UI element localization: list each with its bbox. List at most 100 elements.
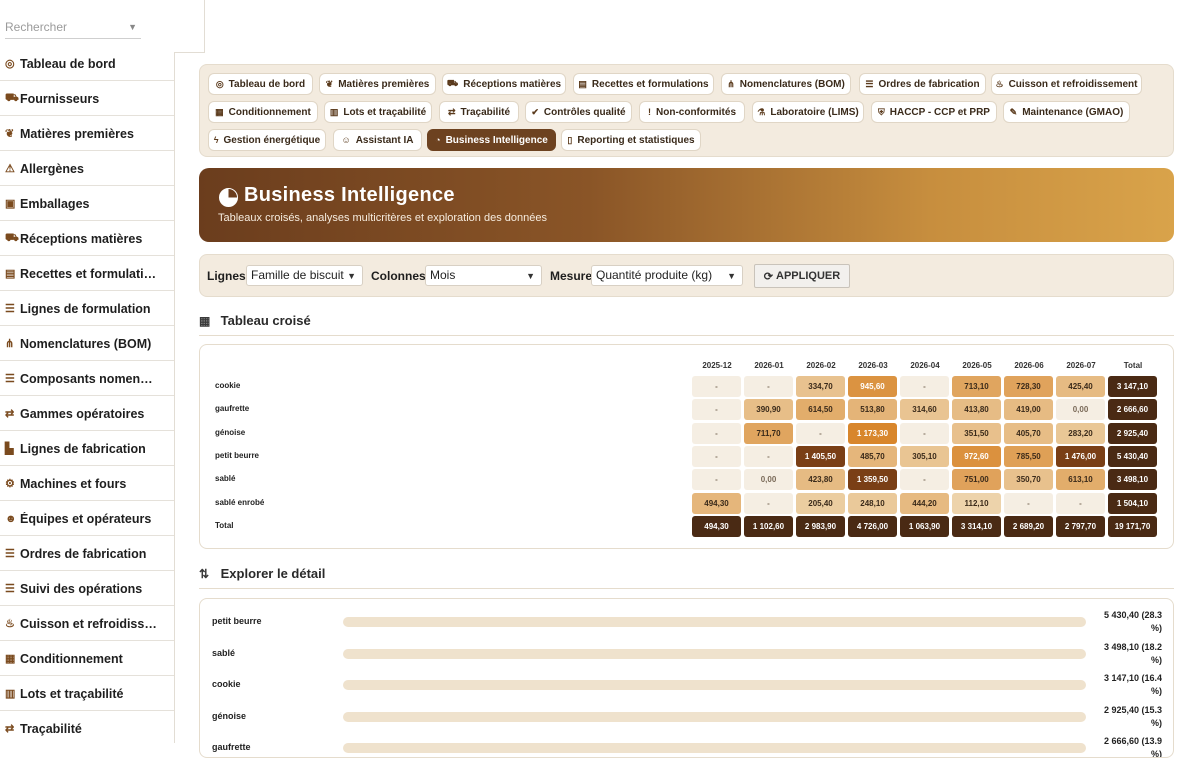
pivot-cell: -: [1004, 492, 1053, 514]
boxes-icon: ▦: [215, 106, 224, 117]
pivot-cell: 19 171,70: [1108, 515, 1157, 537]
users-icon: ☻: [5, 512, 17, 525]
pivot-cell: 2 797,70: [1056, 515, 1105, 537]
measure-select[interactable]: Quantité produite (kg) ▼: [591, 265, 743, 286]
sidebar-item-label: Matières premières: [20, 126, 134, 141]
sidebar-item[interactable]: ▙ Lignes de fabrication: [0, 432, 174, 466]
sitemap-icon: ⋔: [5, 338, 15, 350]
columns-label: Colonnes: [371, 269, 426, 283]
sidebar-item-label: Fournisseurs: [20, 91, 100, 106]
book-icon: ▤: [5, 268, 16, 280]
sidebar-item[interactable]: ▥ Lots et traçabilité: [0, 677, 174, 711]
sidebar-item[interactable]: ⋔ Nomenclatures (BOM): [0, 327, 174, 361]
box-icon: ▣: [5, 198, 16, 210]
list-icon: ☰: [5, 303, 15, 315]
pivot-filter-bar: Lignes Famille de biscuit ▼ Colonnes Moi…: [199, 254, 1174, 297]
columns-select[interactable]: Mois ▼: [425, 265, 542, 286]
sidebar-item[interactable]: ▤ Recettes et formulati…: [0, 257, 174, 291]
pivot-cell: -: [900, 376, 949, 397]
pivot-cell: 614,50: [796, 399, 845, 421]
tab-laboratoire-lims-[interactable]: ⚗ Laboratoire (LIMS): [752, 101, 864, 123]
tab-label: Gestion énergétique: [223, 134, 321, 146]
pivot-cell: 1 102,60: [744, 515, 793, 537]
sidebar: Rechercher ▼ ◎ Tableau de bord ⛟ Fournisseu…: [0, 0, 175, 743]
sidebar-item-label: Emballages: [20, 196, 90, 211]
tab-haccp-ccp-et-prp[interactable]: ⛨ HACCP - CCP et PRP: [871, 101, 997, 123]
detail-section-header: ⇅ Explorer le détail: [199, 566, 1174, 589]
tab-maintenance-gmao-[interactable]: ✎ Maintenance (GMAO): [1003, 101, 1130, 123]
tab-tra-abilit-[interactable]: ⇄ Traçabilité: [439, 101, 519, 123]
tab-assistant-ia[interactable]: ☺ Assistant IA: [333, 129, 422, 151]
pivot-cell: 2 689,20: [1004, 515, 1053, 537]
column-header: 2026-05: [962, 361, 992, 370]
sidebar-item-label: Gammes opératoires: [20, 406, 145, 421]
rows-select[interactable]: Famille de biscuit ▼: [246, 265, 363, 286]
gauge-icon: ◎: [215, 78, 224, 89]
file-icon: ▯: [567, 134, 573, 145]
tab-mati-res-premi-res[interactable]: ❦ Matières premières: [319, 73, 436, 95]
pivot-cell: 425,40: [1056, 376, 1105, 397]
top-panel: [174, 0, 205, 53]
tab-label: Business Intelligence: [445, 134, 548, 146]
tab-label: Traçabilité: [460, 106, 510, 118]
sidebar-item[interactable]: ❦ Matières premières: [0, 117, 174, 151]
sidebar-item[interactable]: ⇄ Traçabilité: [0, 712, 174, 743]
sidebar-item[interactable]: ▦ Conditionnement: [0, 642, 174, 676]
tab-cuisson-et-refroidissement[interactable]: ♨ Cuisson et refroidissement: [991, 73, 1142, 95]
tab-label: Laboratoire (LIMS): [770, 106, 859, 118]
tab-contr-les-qualit-[interactable]: ✔ Contrôles qualité: [525, 101, 632, 123]
sidebar-item[interactable]: ♨ Cuisson et refroidiss…: [0, 607, 174, 641]
pivot-cell: 728,30: [1004, 376, 1053, 397]
tab-lots-et-tra-abilit-[interactable]: ▥ Lots et traçabilité: [324, 101, 432, 123]
robot-icon: ☺: [341, 135, 351, 145]
sidebar-item[interactable]: ☰ Lignes de formulation: [0, 292, 174, 326]
row-header: gaufrette: [215, 404, 250, 414]
list-icon: ☰: [865, 78, 874, 89]
pivot-cell: -: [796, 422, 845, 444]
sidebar-item[interactable]: ▣ Emballages: [0, 187, 174, 221]
sidebar-item[interactable]: ☰ Suivi des opérations: [0, 572, 174, 606]
sidebar-search-select[interactable]: Rechercher ▼: [5, 18, 141, 39]
pivot-cell: -: [744, 376, 793, 397]
tab-tableau-de-bord[interactable]: ◎ Tableau de bord: [208, 73, 313, 95]
apply-button[interactable]: ⟳ APPLIQUER: [754, 264, 850, 288]
tab-conditionnement[interactable]: ▦ Conditionnement: [208, 101, 318, 123]
book-icon: ▤: [578, 78, 587, 89]
row-header: petit beurre: [215, 450, 260, 460]
tab-label: Conditionnement: [228, 106, 311, 118]
tab-business-intelligence[interactable]: ◔ Business Intelligence: [427, 129, 556, 151]
pivot-cell: -: [692, 445, 741, 467]
tab-nomenclatures-bom-[interactable]: ⋔ Nomenclatures (BOM): [721, 73, 851, 95]
detail-row-value: 2 925,40 (15.3 %): [1103, 704, 1162, 728]
tab-recettes-et-formulations[interactable]: ▤ Recettes et formulations: [573, 73, 714, 95]
column-header: 2026-02: [806, 361, 836, 370]
shield-icon: ⛨: [878, 106, 885, 117]
sidebar-item[interactable]: ◎ Tableau de bord: [0, 47, 174, 81]
sidebar-item[interactable]: ⇄ Gammes opératoires: [0, 397, 174, 431]
tab-r-ceptions-mati-res[interactable]: ⛟ Réceptions matières: [442, 73, 566, 95]
pivot-cell: 485,70: [848, 445, 897, 467]
sidebar-item[interactable]: ☰ Ordres de fabrication: [0, 537, 174, 571]
pivot-cell: 305,10: [900, 445, 949, 467]
tab-non-conformit-s[interactable]: ! Non-conformités: [639, 101, 745, 123]
sidebar-item[interactable]: ⛟ Fournisseurs: [0, 82, 174, 116]
row-header: sablé enrobé: [215, 497, 265, 507]
sort-icon: ⇅: [199, 567, 210, 581]
sidebar-item[interactable]: ☰ Composants nomen…: [0, 362, 174, 396]
detail-bar-track: [343, 711, 1086, 722]
tab-reporting-et-statistiques[interactable]: ▯ Reporting et statistiques: [561, 129, 701, 151]
tab-label: Nomenclatures (BOM): [739, 78, 845, 90]
sidebar-item[interactable]: ⚙ Machines et fours: [0, 467, 174, 501]
pivot-cell: 334,70: [796, 376, 845, 397]
column-header: Total: [1123, 361, 1143, 370]
pivot-section-title: Tableau croisé: [220, 313, 311, 328]
detail-breakdown: petit beurre 5 430,40 (28.3 %) sablé 3 498,…: [199, 598, 1174, 758]
tab-ordres-de-fabrication[interactable]: ☰ Ordres de fabrication: [859, 73, 986, 95]
seedling-icon: ❦: [5, 128, 15, 140]
pivot-cell: -: [900, 469, 949, 491]
tab-label: Recettes et formulations: [591, 78, 709, 90]
sidebar-item[interactable]: ⛟ Réceptions matières: [0, 222, 174, 256]
sidebar-item[interactable]: ⚠ Allergènes: [0, 152, 174, 186]
sidebar-item[interactable]: ☻ Équipes et opérateurs: [0, 502, 174, 536]
tab-gestion-nerg-tique[interactable]: ϟ Gestion énergétique: [208, 129, 326, 151]
